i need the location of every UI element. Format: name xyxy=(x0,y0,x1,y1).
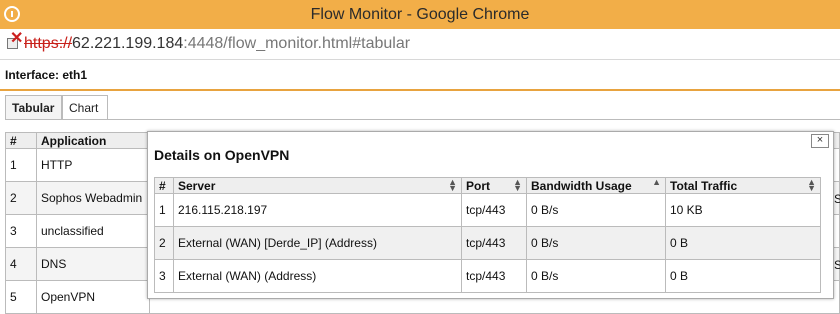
row-index: 4 xyxy=(5,247,37,281)
column-header-server[interactable]: Server ▲ ▼ xyxy=(173,177,462,194)
column-header[interactable]: Application xyxy=(36,132,150,149)
server-cell: External (WAN) (Address) xyxy=(173,259,462,293)
application-name[interactable]: unclassified xyxy=(36,214,150,248)
row-index: 5 xyxy=(5,280,37,314)
cropped-cell-text: S xyxy=(834,192,840,206)
sort-ascending-icon: ▲ xyxy=(652,177,661,187)
bandwidth-cell: 0 B/s xyxy=(526,259,666,293)
table-row[interactable]: 1 216.115.218.197 tcp/443 0 B/s 10 KB xyxy=(154,193,821,227)
port-cell: tcp/443 xyxy=(461,259,527,293)
bandwidth-cell: 0 B/s xyxy=(526,226,666,260)
column-header-bandwidth[interactable]: Bandwidth Usage ▲ xyxy=(526,177,666,194)
application-name[interactable]: Sophos Webadmin xyxy=(36,181,150,215)
table-row[interactable]: 3 External (WAN) (Address) tcp/443 0 B/s… xyxy=(154,259,821,293)
column-header-port[interactable]: Port ▲ ▼ xyxy=(461,177,527,194)
traffic-cell: 0 B xyxy=(665,226,821,260)
interface-header: Interface: eth1 xyxy=(0,59,840,91)
row-index: 3 xyxy=(5,214,37,248)
details-dialog: × Details on OpenVPN # Server ▲ ▼ Port ▲ ▼ B… xyxy=(147,131,834,299)
address-bar[interactable]: ✕ https://62.221.199.184:4448/flow_monit… xyxy=(0,29,840,60)
dialog-title: Details on OpenVPN xyxy=(154,147,290,163)
window-title: Flow Monitor - Google Chrome xyxy=(310,6,530,23)
window-titlebar: Flow Monitor - Google Chrome xyxy=(0,0,840,29)
insecure-x-icon: ✕ xyxy=(10,30,24,47)
application-name[interactable]: HTTP xyxy=(36,148,150,182)
row-index: 1 xyxy=(154,193,174,227)
application-name[interactable]: OpenVPN xyxy=(36,280,150,314)
server-cell: 216.115.218.197 xyxy=(173,193,462,227)
tab-tabular[interactable]: Tabular xyxy=(5,95,62,119)
details-table: # Server ▲ ▼ Port ▲ ▼ Bandwidth Usage ▲ Total… xyxy=(154,177,821,293)
row-index: 1 xyxy=(5,148,37,182)
row-index: 2 xyxy=(154,226,174,260)
tab-chart[interactable]: Chart xyxy=(62,95,108,119)
application-name[interactable]: DNS xyxy=(36,247,150,281)
header-label: Total Traffic xyxy=(670,178,738,193)
sort-icon: ▲ ▼ xyxy=(513,177,522,193)
sort-icon: ▲ ▼ xyxy=(448,177,457,193)
column-header-index[interactable]: # xyxy=(154,177,174,194)
column-header-total-traffic[interactable]: Total Traffic ▲ ▼ xyxy=(665,177,821,194)
row-index: 2 xyxy=(5,181,37,215)
column-header[interactable]: # xyxy=(5,132,37,149)
server-cell: External (WAN) [Derde_IP] (Address) xyxy=(173,226,462,260)
url-host: 62.221.199.184 xyxy=(72,35,184,52)
table-row[interactable]: 2 External (WAN) [Derde_IP] (Address) tc… xyxy=(154,226,821,260)
port-cell: tcp/443 xyxy=(461,193,527,227)
header-label: Server xyxy=(178,178,216,193)
traffic-cell: 0 B xyxy=(665,259,821,293)
url-text[interactable]: https://62.221.199.184:4448/flow_monitor… xyxy=(24,35,410,53)
cropped-cell-text: S xyxy=(834,258,840,272)
sort-icon: ▲ ▼ xyxy=(807,177,816,193)
row-index: 3 xyxy=(154,259,174,293)
url-scheme: https:// xyxy=(24,35,73,52)
table-right-edge: S S xyxy=(834,132,840,300)
tabs-divider xyxy=(5,119,840,120)
header-label: Port xyxy=(466,178,490,193)
bandwidth-cell: 0 B/s xyxy=(526,193,666,227)
port-cell: tcp/443 xyxy=(461,226,527,260)
header-label: Bandwidth Usage xyxy=(531,178,632,193)
close-button[interactable]: × xyxy=(811,134,829,148)
interface-label: Interface: eth1 xyxy=(5,68,88,82)
traffic-cell: 10 KB xyxy=(665,193,821,227)
url-path: :4448/flow_monitor.html#tabular xyxy=(183,35,411,52)
table-header-row: # Server ▲ ▼ Port ▲ ▼ Bandwidth Usage ▲ Total… xyxy=(154,177,821,194)
